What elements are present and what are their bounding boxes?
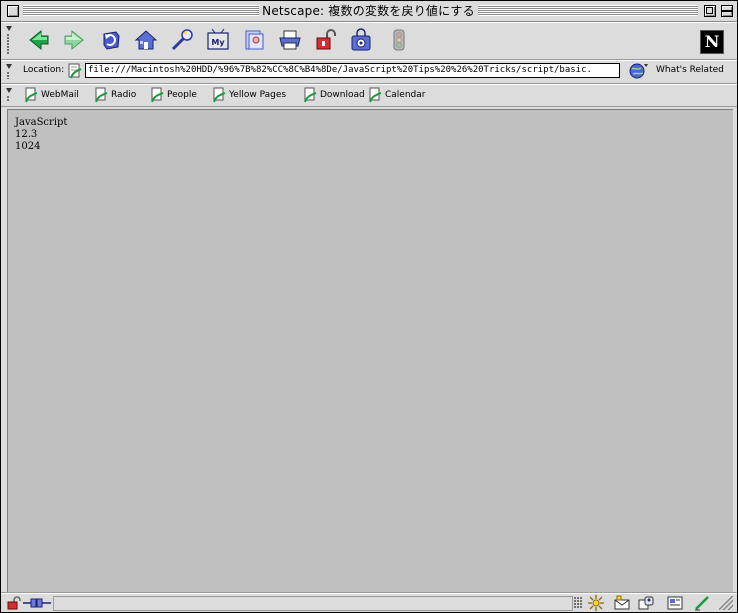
personal-item-label: WebMail <box>41 90 79 100</box>
bookmark-icon <box>25 87 38 103</box>
personal-item-people[interactable]: People <box>149 87 197 103</box>
personal-item-download[interactable]: Download <box>302 87 365 103</box>
bookmark-icon <box>304 87 317 103</box>
window-title: Netscape: 複数の変数を戻り値にする <box>261 3 476 19</box>
online-connection-icon[interactable] <box>23 598 51 608</box>
address-book-icon <box>638 596 654 610</box>
composer-icon <box>667 596 683 610</box>
personal-item-label: People <box>167 90 197 100</box>
title-stripes-right <box>478 5 698 16</box>
location-url-field[interactable] <box>85 63 620 78</box>
security-lock-icon[interactable] <box>7 596 21 610</box>
my-netscape-icon: My <box>207 28 229 50</box>
personal-item-label: Download <box>320 90 365 100</box>
component-bar-grip[interactable] <box>574 597 583 609</box>
mail-icon <box>614 595 630 610</box>
location-label: Location: <box>23 65 65 75</box>
personal-item-webmail[interactable]: WebMail <box>23 87 79 103</box>
shop-button[interactable] <box>349 28 373 52</box>
bookmark-icon <box>213 87 226 103</box>
netscape-logo[interactable]: N <box>700 30 724 54</box>
title-bar[interactable]: Netscape: 複数の変数を戻り値にする <box>1 1 737 22</box>
print-button[interactable] <box>278 28 302 52</box>
security-button[interactable] <box>314 28 338 52</box>
lock-open-icon <box>316 29 336 50</box>
component-netscape-button[interactable] <box>694 595 710 611</box>
component-composer-button[interactable] <box>667 595 683 611</box>
status-bar <box>1 592 737 612</box>
bookmark-icon <box>151 87 164 103</box>
shopping-bag-icon <box>351 28 371 51</box>
bookmark-page-icon[interactable] <box>67 63 83 79</box>
page-content: JavaScript 12.3 1024 <box>7 109 733 592</box>
back-arrow-icon <box>29 29 49 51</box>
location-toolbar: Location: What's Related <box>1 60 737 84</box>
netscape-n-icon: N <box>704 32 720 51</box>
close-box[interactable] <box>7 5 19 17</box>
personal-item-yellow-pages[interactable]: Yellow Pages <box>211 87 286 103</box>
component-navigator-button[interactable] <box>588 595 604 611</box>
window-resize-grip[interactable] <box>719 596 733 610</box>
back-button[interactable] <box>27 28 51 52</box>
whats-related-icon[interactable] <box>628 62 648 80</box>
personal-toolbar-grip[interactable] <box>6 86 12 104</box>
netscape-pen-icon <box>695 596 709 611</box>
navigation-toolbar-grip[interactable] <box>6 24 12 57</box>
personal-item-radio[interactable]: Radio <box>93 87 136 103</box>
images-button[interactable] <box>242 28 266 52</box>
bookmark-icon <box>95 87 108 103</box>
print-icon <box>279 30 301 50</box>
location-toolbar-grip[interactable] <box>6 62 12 81</box>
component-mail-button[interactable] <box>614 595 630 611</box>
collapse-box[interactable] <box>721 5 733 17</box>
personal-item-label: Calendar <box>385 90 426 100</box>
reload-icon <box>103 31 120 50</box>
personal-item-label: Radio <box>111 90 137 100</box>
navigator-compass-icon <box>588 595 604 611</box>
stop-button[interactable] <box>387 28 411 52</box>
personal-item-calendar[interactable]: Calendar <box>367 87 425 103</box>
zoom-box[interactable] <box>704 5 716 17</box>
forward-arrow-icon <box>64 29 84 51</box>
content-line: 12.3 <box>15 129 38 140</box>
personal-toolbar: WebMail Radio People Yellow Pages Downlo… <box>1 84 737 107</box>
reload-button[interactable] <box>99 28 123 52</box>
whats-related-button[interactable]: What's Related <box>656 65 724 75</box>
search-button[interactable] <box>170 28 194 52</box>
component-address-book-button[interactable] <box>638 595 654 611</box>
my-netscape-button[interactable]: My <box>206 28 230 52</box>
svg-text:My: My <box>211 38 225 47</box>
content-line: 1024 <box>15 141 41 152</box>
forward-button[interactable] <box>62 28 86 52</box>
title-stripes-left <box>23 5 259 16</box>
images-icon <box>245 30 264 50</box>
search-icon <box>171 29 193 51</box>
stop-icon <box>393 29 405 51</box>
content-line: JavaScript <box>15 117 68 128</box>
status-text <box>53 596 573 611</box>
browser-window: Netscape: 複数の変数を戻り値にする My N Location: fi… <box>0 0 738 613</box>
bookmark-icon <box>369 87 382 103</box>
home-button[interactable] <box>134 28 158 52</box>
personal-item-label: Yellow Pages <box>229 90 287 100</box>
navigation-toolbar: My N <box>1 22 737 60</box>
home-icon <box>134 30 158 50</box>
